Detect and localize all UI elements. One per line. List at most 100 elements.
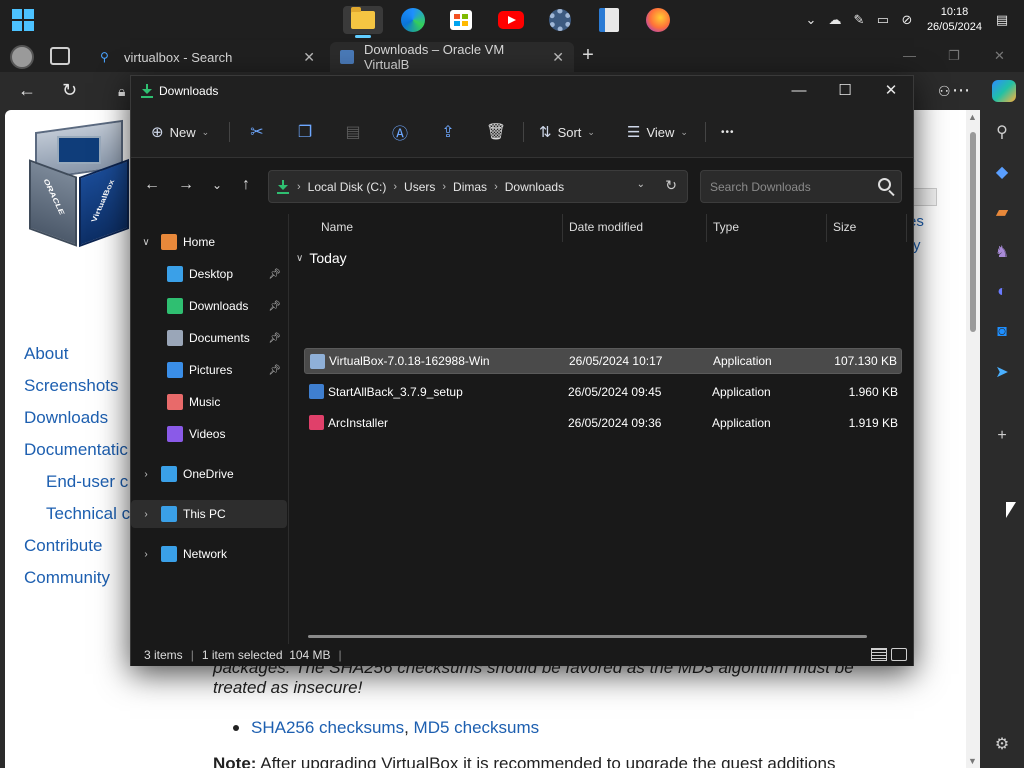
extensions-icon[interactable]: ⚇ [938,83,951,100]
lock-icon[interactable]: 🔒︎ [118,83,125,100]
outlook-icon[interactable]: ◙ [992,322,1012,342]
breadcrumb-local-disk[interactable]: Local Disk (C:) [308,180,387,194]
tools-icon[interactable]: ▰ [992,202,1012,222]
share-icon[interactable]: ⇪ [436,120,460,144]
more-options-icon[interactable]: ⋯ [952,80,970,101]
page-scrollbar[interactable]: ▲ ▼ [966,110,980,768]
chevron-right-icon[interactable]: › [494,181,498,193]
chevron-right-icon[interactable]: › [393,181,397,193]
search-icon[interactable] [878,178,891,191]
maximize-icon[interactable]: ❐ [948,48,960,64]
minimize-icon[interactable]: — [779,80,819,102]
display-icon[interactable]: ▭ [871,12,895,28]
chevron-down-icon[interactable]: ⌄ [637,179,645,190]
nav-item-home[interactable]: ∨ Home [131,228,287,256]
settings-icon[interactable] [545,6,575,34]
chevron-right-icon[interactable]: › [139,469,153,480]
shopping-tag-icon[interactable]: ◆ [992,162,1012,182]
games-icon[interactable]: ♞ [992,242,1012,262]
file-row[interactable]: ArcInstaller 26/05/2024 09:36 Application 1… [304,410,902,436]
close-icon[interactable]: ✕ [303,49,315,66]
copilot-sidebar-icon[interactable]: ◐ [992,282,1012,302]
notifications-icon[interactable]: ▤ [990,12,1014,28]
nav-item-this-pc[interactable]: › This PC [131,500,287,528]
send-icon[interactable]: ➤ [992,362,1012,382]
nav-item-music[interactable]: Music [131,388,287,416]
windows-start-icon[interactable] [8,6,38,34]
recent-locations-icon[interactable]: ⌄ [206,178,228,192]
browser-tab-downloads[interactable]: Downloads – Oracle VM VirtualB ✕ [330,42,574,72]
paste-icon[interactable]: ▤ [341,120,365,144]
more-options-icon[interactable]: ••• [721,120,735,144]
firefox-icon[interactable] [643,6,673,34]
search-box[interactable] [700,170,902,203]
taskbar-clock[interactable]: 10:18 26/05/2024 [927,5,982,35]
site-nav-link[interactable]: Documentatic [24,440,128,460]
search-input[interactable] [701,171,866,202]
nav-item-network[interactable]: › Network [131,540,287,568]
new-tab-icon[interactable]: + [578,44,598,67]
copy-icon[interactable]: ❐ [293,120,317,144]
site-nav-link[interactable]: End-user c [46,472,128,492]
details-view-icon[interactable] [871,648,887,661]
youtube-icon[interactable] [496,6,526,34]
explorer-title-bar[interactable]: Downloads — ☐ ✕ [131,76,913,106]
site-nav-link[interactable]: Community [24,568,110,588]
minimize-icon[interactable]: — [903,48,916,63]
refresh-icon[interactable]: ↻ [665,177,677,194]
chevron-down-icon[interactable]: ∨ [139,237,153,248]
nav-item-downloads[interactable]: Downloads 📌︎ [131,292,287,320]
nav-item-desktop[interactable]: Desktop 📌︎ [131,260,287,288]
address-box[interactable]: › Local Disk (C:) › Users › Dimas › Down… [268,170,688,203]
column-header-size[interactable]: Size [833,220,856,234]
back-icon[interactable]: ← [141,176,163,194]
chevron-up-icon[interactable]: ⌄ [799,12,823,28]
horizontal-scrollbar[interactable] [308,635,867,638]
browser-tab-search[interactable]: ⚲ virtualbox - Search ✕ [90,42,325,72]
file-row[interactable]: StartAllBack_3.7.9_setup 26/05/2024 09:45… [304,379,902,405]
nav-item-onedrive[interactable]: › OneDrive [131,460,287,488]
chevron-right-icon[interactable]: › [297,181,301,193]
site-nav-link[interactable]: Downloads [24,408,108,428]
up-icon[interactable]: ↑ [235,176,257,194]
view-button[interactable]: ☰ View ⌄ [627,120,688,144]
breadcrumb-downloads[interactable]: Downloads [505,180,564,194]
breadcrumb-dimas[interactable]: Dimas [453,180,487,194]
sha256-link[interactable]: SHA256 checksums [251,718,404,738]
add-icon[interactable]: + [992,426,1012,446]
nav-item-documents[interactable]: Documents 📌︎ [131,324,287,352]
file-explorer-icon[interactable] [343,6,383,38]
network-off-icon[interactable]: ⊘ [895,12,919,28]
cloud-off-icon[interactable]: ☁ [823,12,847,28]
md5-link[interactable]: MD5 checksums [414,718,540,738]
scroll-thumb[interactable] [970,132,976,332]
tab-actions-icon[interactable] [50,47,70,65]
site-nav-link[interactable]: Contribute [24,536,102,556]
file-row[interactable]: VirtualBox-7.0.18-162988-Win 26/05/2024 1… [304,348,902,374]
rename-icon[interactable]: Ⓐ [388,120,412,144]
close-icon[interactable]: ✕ [994,48,1005,64]
notepad-icon[interactable] [594,6,624,34]
site-nav-link[interactable]: Screenshots [24,376,119,396]
breadcrumb-users[interactable]: Users [404,180,435,194]
back-icon[interactable]: ← [18,80,36,101]
delete-icon[interactable]: 🗑︎ [484,120,508,144]
close-icon[interactable]: ✕ [552,49,564,66]
forward-icon[interactable]: → [175,176,197,194]
copilot-icon[interactable] [992,80,1016,102]
column-header-date[interactable]: Date modified [569,220,643,234]
chevron-right-icon[interactable]: › [139,509,153,520]
profile-avatar[interactable] [10,45,34,69]
site-nav-link[interactable]: About [24,344,68,364]
close-icon[interactable]: ✕ [871,80,911,102]
sort-button[interactable]: ⇅ Sort ⌄ [539,120,595,144]
nav-item-videos[interactable]: Videos [131,420,287,448]
pen-icon[interactable]: ✎ [847,12,871,28]
scroll-down-icon[interactable]: ▼ [968,756,977,766]
column-header-name[interactable]: Name [321,220,353,234]
site-nav-link[interactable]: Technical c [46,504,130,524]
column-header-type[interactable]: Type [713,220,739,234]
scroll-up-icon[interactable]: ▲ [968,112,977,122]
chevron-right-icon[interactable]: › [442,181,446,193]
gear-icon[interactable]: ⚙ [992,734,1012,754]
